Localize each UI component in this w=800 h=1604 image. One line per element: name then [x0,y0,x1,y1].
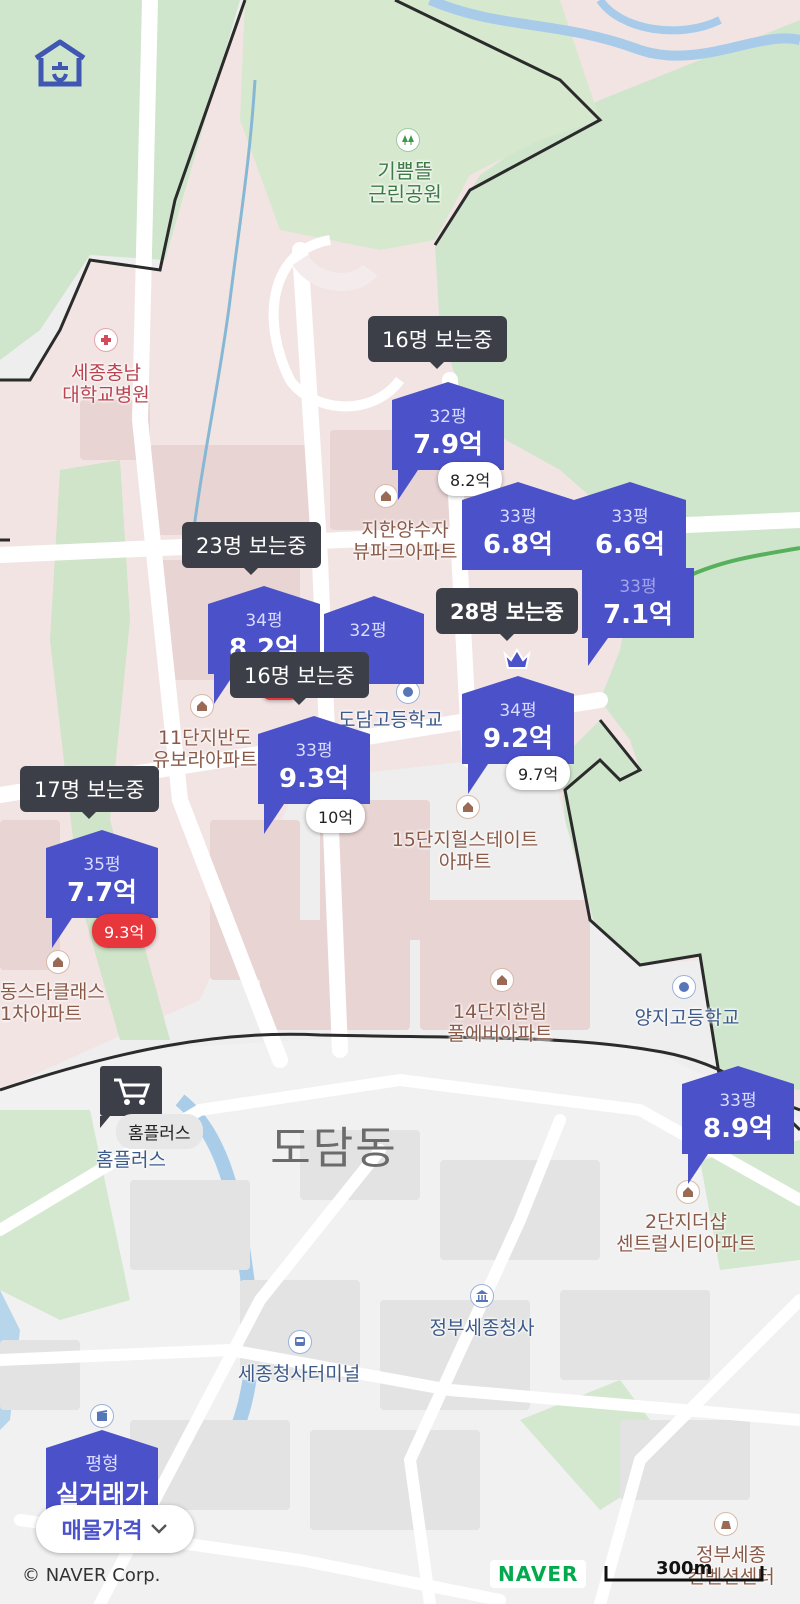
marker-listing-badge[interactable]: 9.7억 [506,756,571,790]
marker-listing-badge[interactable]: 9.3억 [92,914,157,948]
mart-badge[interactable]: 홈플러스 [116,1114,203,1149]
apartment-label-11: 11단지반도 유보라아파트 [152,727,258,771]
dong-label: 도담동 [270,1123,398,1174]
convention-icon [714,1512,738,1536]
area-toggle-label: 평형 [85,1454,119,1475]
viewer-count-bubble[interactable]: 16명 보는중 [230,652,369,705]
terminal-label: 세종청사터미널 [237,1363,361,1385]
scale-label: 300m [656,1558,713,1579]
viewer-count-bubble[interactable]: 23명 보는중 [182,522,321,575]
apartment-label-yangsu: 지한양수자 뷰파크아파트 [352,519,458,563]
school-icon [672,975,696,999]
marker-price: 8.9억 [703,1114,773,1144]
marker-price: 7.7억 [67,878,137,908]
bus-icon [288,1330,312,1354]
viewer-count-bubble[interactable]: 28명 보는중 [436,588,578,641]
apartment-label-star: 동스타클래스 1차아파트 [0,981,105,1025]
home-icon[interactable] [30,38,90,88]
apartment-icon [490,968,514,992]
viewer-count-bubble[interactable]: 16명 보는중 [368,316,507,369]
crown-icon [502,646,532,672]
apartment-label-15: 15단지힐스테이트 아파트 [391,829,539,873]
price-marker[interactable]: 33평 8.9억 [682,1066,794,1194]
listing-price-dropdown[interactable]: 매물가격 [36,1505,194,1553]
marker-price: 9.3억 [279,764,349,794]
marker-price: 7.1억 [603,600,673,630]
cinema-icon [90,1404,114,1428]
park-icon [396,128,420,152]
school-label-yangji: 양지고등학교 [634,1007,740,1029]
marker-price: 7.9억 [413,430,483,460]
marker-listing-badge[interactable]: 10억 [306,799,366,833]
map-canvas[interactable]: 기쁨뜰 근린공원 세종충남 대학교병원 지한양수자 뷰파크아파트 11단지반도 유보라아… [0,0,800,1604]
mart-label: 홈플러스 [96,1149,166,1171]
cart-pin-tail [100,1116,110,1128]
marker-price: 6.6억 [595,530,665,560]
chevron-down-icon [151,1524,168,1534]
copyright-text: © NAVER Corp. [22,1565,161,1586]
scale-bar: 300m [604,1558,764,1584]
park-label: 기쁨뜰 근린공원 [368,159,442,206]
marker-price: 9.2억 [483,724,553,754]
listing-price-label: 매물가격 [61,1519,143,1544]
naver-logo: NAVER [490,1560,587,1588]
government-label: 정부세종청사 [429,1317,535,1339]
marker-pyeong: 32평 [349,621,387,641]
marker-price: 6.8억 [483,530,553,560]
apartment-label-14: 14단지한림 풀에버아파트 [447,1001,553,1045]
viewer-count-bubble[interactable]: 17명 보는중 [20,766,159,819]
government-icon [470,1284,494,1308]
price-marker[interactable]: 33평 7.1억 [582,558,694,668]
price-marker[interactable]: 33평 6.8억 [462,482,574,582]
cart-icon[interactable] [100,1066,162,1116]
apartment-label-2: 2단지더샵 센트럴시티아파트 [616,1211,756,1255]
hospital-icon [94,328,118,352]
hospital-label: 세종충남 대학교병원 [62,362,150,406]
